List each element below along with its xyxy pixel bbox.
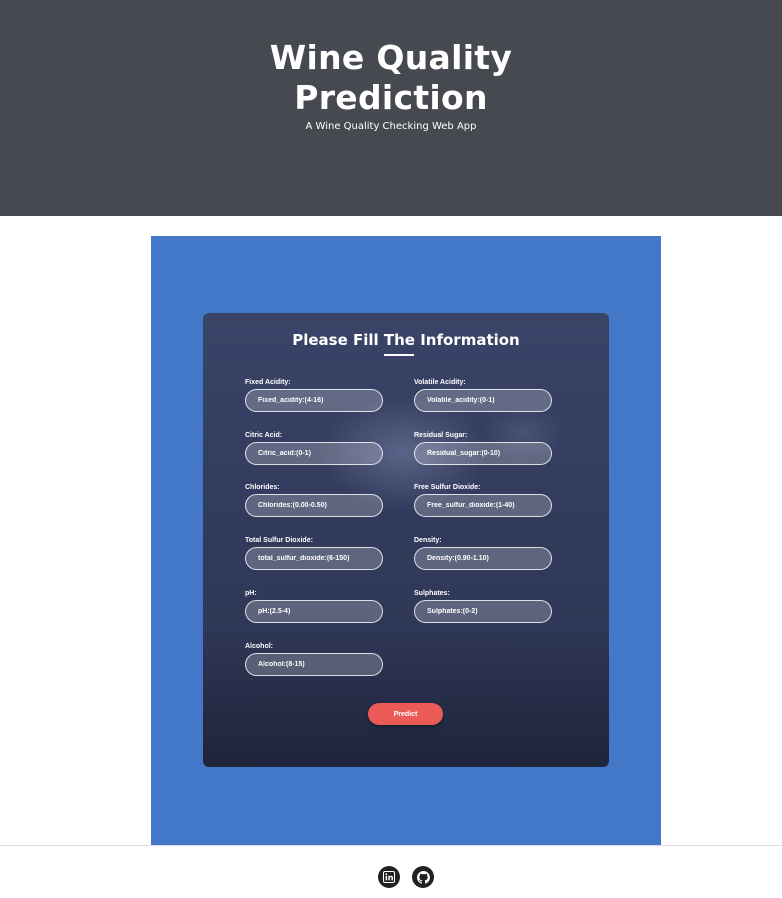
github-icon [416, 870, 430, 884]
residual-sugar-input[interactable] [414, 442, 552, 465]
ph-input[interactable] [245, 600, 383, 623]
predict-button[interactable]: Predict [368, 703, 443, 725]
field-alcohol: Alcohol: [245, 643, 385, 676]
form-title: Please Fill The Information [292, 331, 520, 349]
page-title-line2: Prediction [294, 78, 488, 117]
page-title-line1: Wine Quality [269, 38, 513, 77]
field-fixed-acidity: Fixed Acidity: [245, 379, 385, 412]
field-label: Volatile Acidity: [414, 379, 466, 386]
field-label: pH: [245, 590, 257, 597]
field-label: Residual Sugar: [414, 432, 468, 439]
github-link[interactable] [412, 866, 434, 888]
field-free-sulfur-dioxide: Free Sulfur Dioxide: [414, 484, 554, 517]
field-density: Density: [414, 537, 554, 570]
field-residual-sugar: Residual Sugar: [414, 432, 554, 465]
page-title: Wine Quality Prediction [0, 38, 782, 118]
footer-divider [0, 845, 782, 846]
page-subtitle: A Wine Quality Checking Web App [305, 121, 477, 132]
page-header: Wine Quality Prediction A Wine Quality C… [0, 0, 782, 216]
density-input[interactable] [414, 547, 552, 570]
citric-acid-input[interactable] [245, 442, 383, 465]
free-sulfur-dioxide-input[interactable] [414, 494, 552, 517]
field-ph: pH: [245, 590, 385, 623]
alcohol-input[interactable] [245, 653, 383, 676]
field-sulphates: Sulphates: [414, 590, 554, 623]
fixed-acidity-input[interactable] [245, 389, 383, 412]
field-label: Sulphates: [414, 590, 450, 597]
field-label: Fixed Acidity: [245, 379, 291, 386]
field-label: Chlorides: [245, 484, 280, 491]
field-label: Density: [414, 537, 442, 544]
field-label: Total Sulfur Dioxide: [245, 537, 313, 544]
linkedin-icon [383, 871, 395, 883]
total-sulfur-dioxide-input[interactable] [245, 547, 383, 570]
field-label: Alcohol: [245, 643, 273, 650]
chlorides-input[interactable] [245, 494, 383, 517]
field-total-sulfur-dioxide: Total Sulfur Dioxide: [245, 537, 385, 570]
field-volatile-acidity: Volatile Acidity: [414, 379, 554, 412]
sulphates-input[interactable] [414, 600, 552, 623]
volatile-acidity-input[interactable] [414, 389, 552, 412]
form-panel: Please Fill The Information Fixed Acidit… [151, 236, 661, 845]
form-card: Please Fill The Information Fixed Acidit… [203, 313, 609, 767]
field-label: Free Sulfur Dioxide: [414, 484, 481, 491]
field-chlorides: Chlorides: [245, 484, 385, 517]
title-underline [384, 354, 414, 356]
field-label: Citric Acid: [245, 432, 283, 439]
linkedin-link[interactable] [378, 866, 400, 888]
field-citric-acid: Citric Acid: [245, 432, 385, 465]
